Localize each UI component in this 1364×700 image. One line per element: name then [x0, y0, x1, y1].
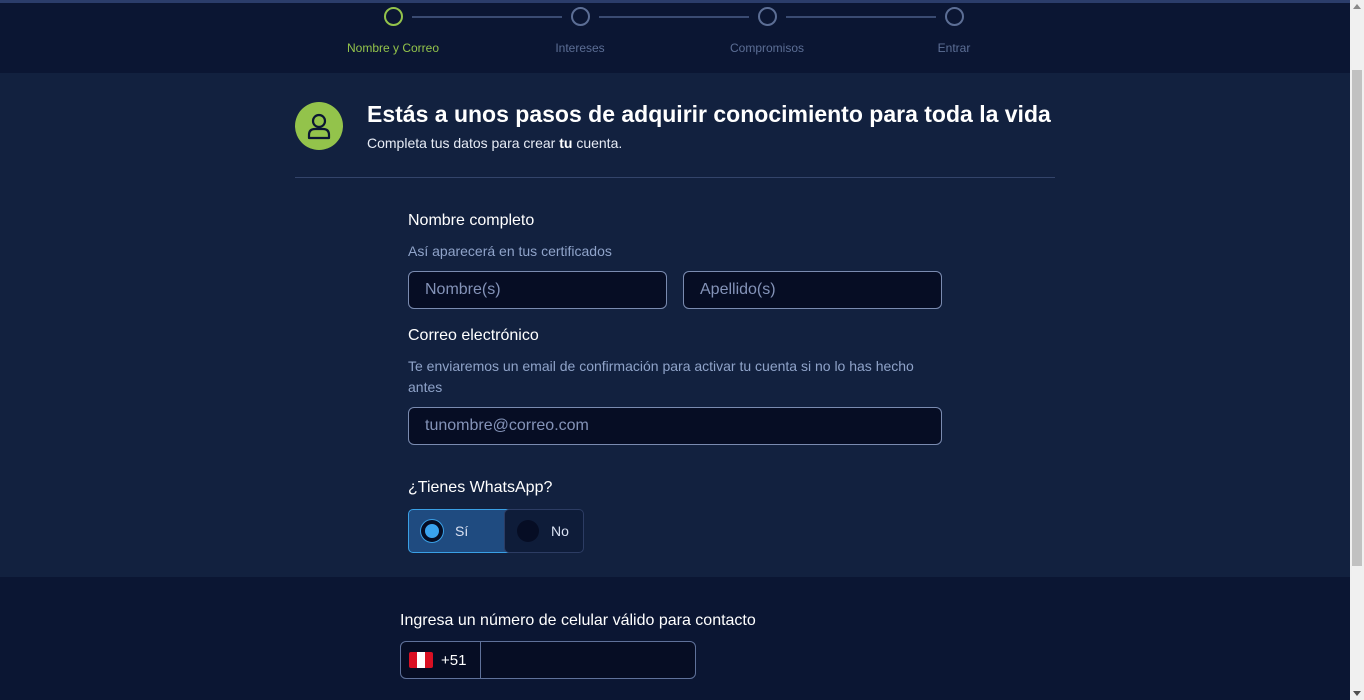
page-title: Estás a unos pasos de adquirir conocimie… [367, 101, 1051, 127]
step-circle-icon [944, 7, 964, 26]
radio-unselected-icon [517, 520, 539, 542]
step-circle-icon [757, 7, 777, 26]
step-label: Intereses [555, 41, 605, 55]
progress-stepper: Nombre y Correo Intereses Compromisos En… [0, 3, 1350, 73]
step-label: Nombre y Correo [346, 41, 440, 55]
radio-selected-icon [421, 520, 443, 542]
peru-flag-icon [409, 652, 433, 668]
country-code-selector[interactable]: +51 [401, 642, 481, 678]
phone-field: +51 [400, 641, 696, 679]
phone-label: Ingresa un número de celular válido para… [400, 612, 756, 629]
full-name-label: Nombre completo [408, 212, 535, 229]
step-label: Entrar [937, 41, 971, 55]
first-name-input[interactable]: Nombre(s) [408, 271, 667, 309]
vertical-scrollbar[interactable] [1350, 0, 1364, 700]
radio-no-label: No [551, 523, 569, 539]
full-name-hint: Así aparecerá en tus certificados [408, 243, 612, 259]
email-hint-line: antes [408, 379, 443, 395]
phone-number-input[interactable] [481, 642, 695, 678]
scroll-down-arrow-icon[interactable] [1353, 691, 1361, 696]
page-subtitle: Completa tus datos para crear tu cuenta. [367, 135, 622, 151]
header-divider [295, 177, 1055, 178]
email-input[interactable]: tunombre@correo.com [408, 407, 942, 445]
scrollbar-thumb[interactable] [1352, 70, 1362, 566]
country-code: +51 [441, 651, 467, 669]
subtitle-text-end: cuenta. [572, 135, 623, 151]
email-hint-line: Te enviaremos un email de confirmación p… [408, 358, 914, 374]
subtitle-bold: tu [559, 135, 573, 151]
email-hint: Te enviaremos un email de confirmación p… [408, 356, 948, 398]
whatsapp-no-radio[interactable]: No [504, 509, 584, 553]
whatsapp-label: ¿Tienes WhatsApp? [408, 479, 553, 496]
last-name-input[interactable]: Apellido(s) [683, 271, 942, 309]
step-nombre-y-correo[interactable]: Nombre y Correo [293, 7, 493, 55]
whatsapp-yes-radio[interactable]: Sí [408, 509, 516, 553]
step-compromisos[interactable]: Compromisos [667, 7, 867, 55]
step-circle-icon [570, 7, 590, 26]
step-label: Compromisos [729, 41, 804, 55]
radio-yes-label: Sí [455, 523, 469, 539]
step-circle-icon [383, 7, 403, 26]
phone-section [0, 577, 1350, 700]
scroll-up-arrow-icon[interactable] [1353, 4, 1361, 9]
email-label: Correo electrónico [408, 327, 539, 344]
step-entrar[interactable]: Entrar [854, 7, 1054, 55]
main-form-section [0, 73, 1350, 577]
step-intereses[interactable]: Intereses [480, 7, 680, 55]
subtitle-text: Completa tus datos para crear [367, 135, 560, 151]
user-icon [295, 102, 343, 150]
